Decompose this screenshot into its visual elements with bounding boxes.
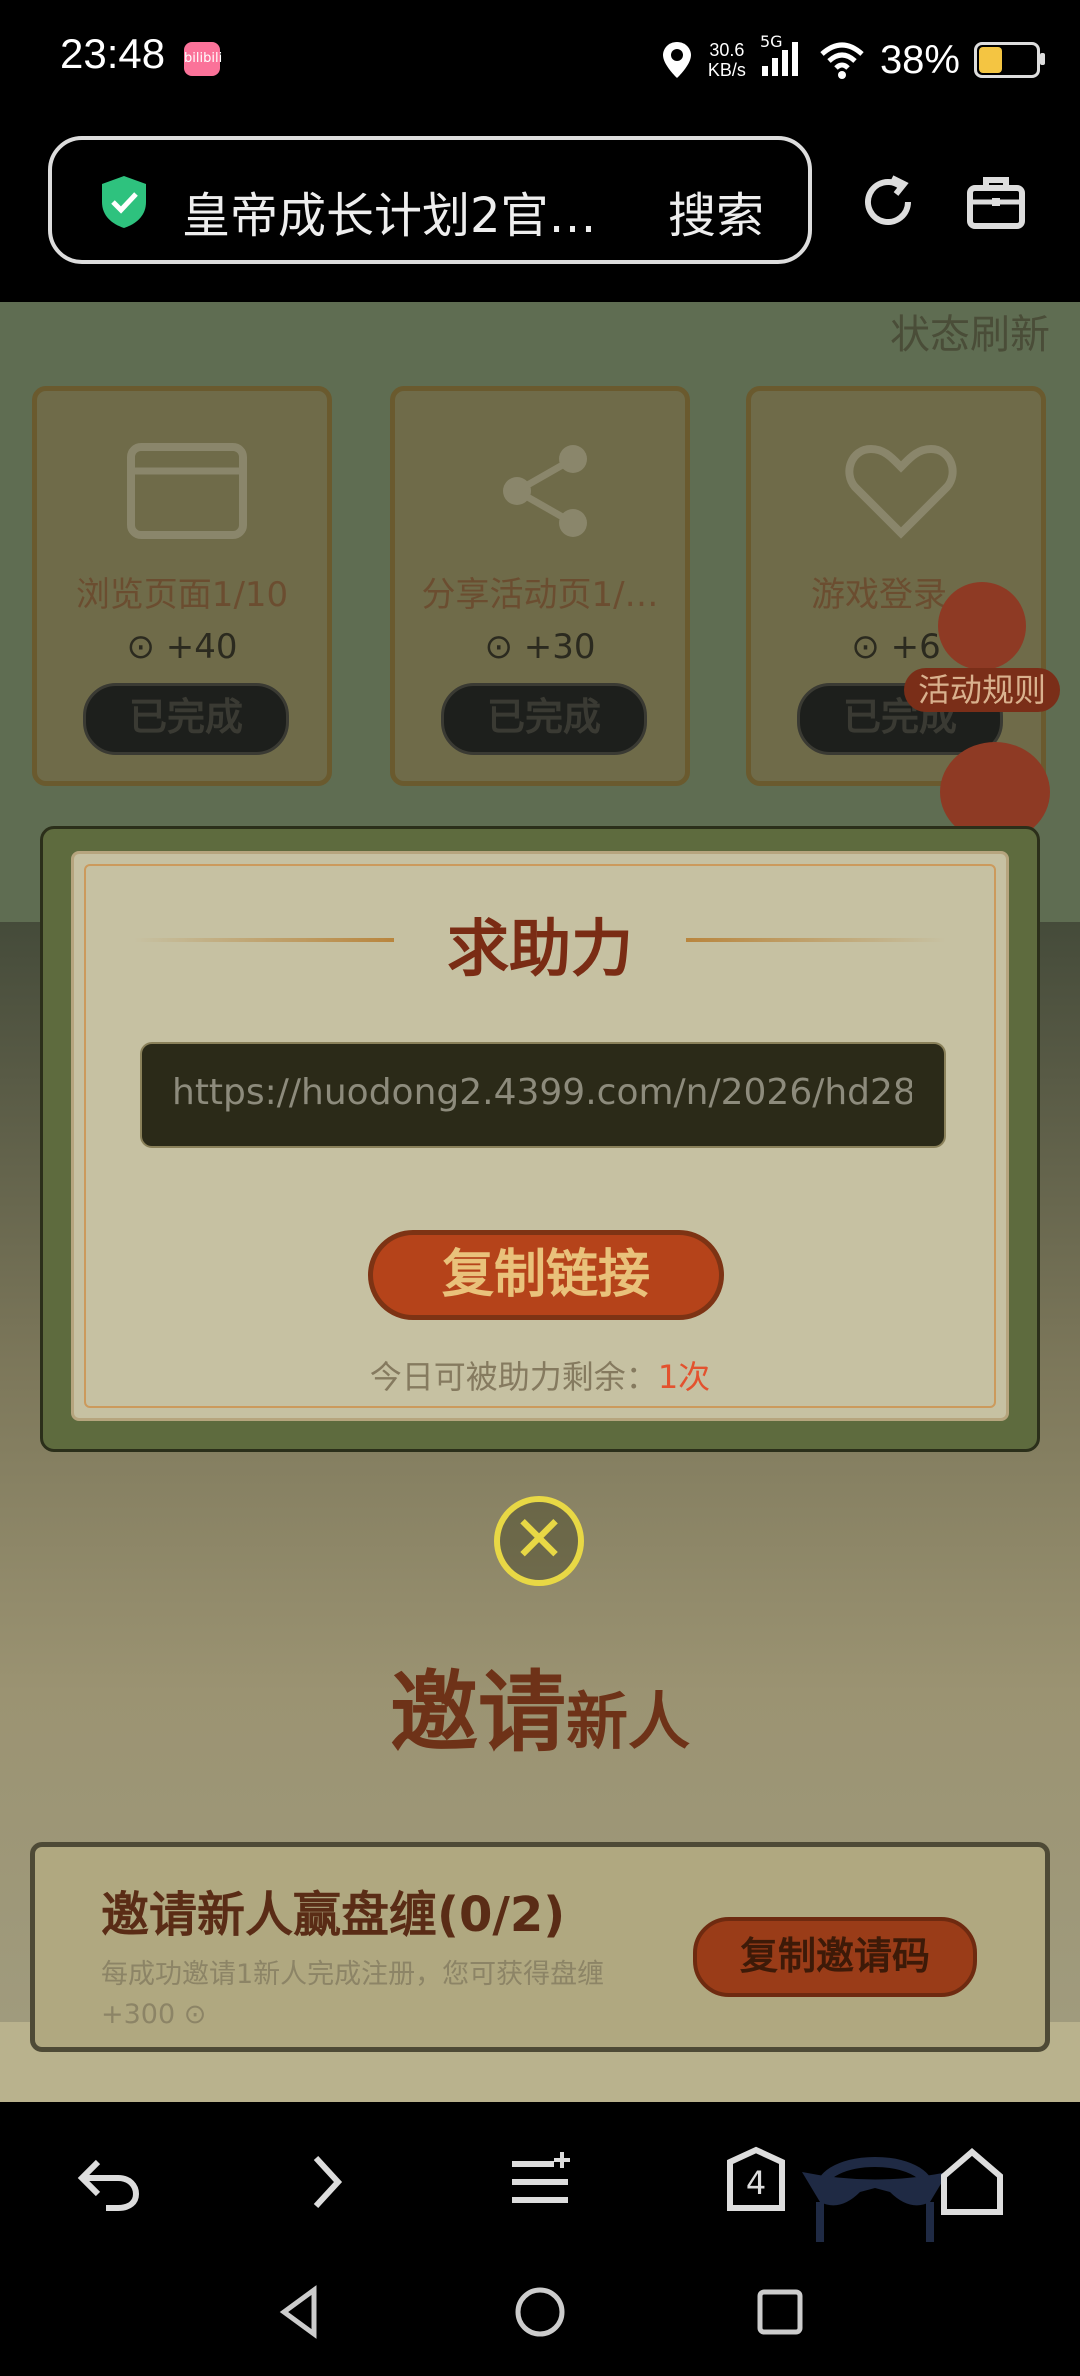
invite-desc-text: 每成功邀请1新人完成注册，您可获得盘缠 bbox=[101, 1959, 605, 1990]
close-modal-button[interactable]: ✕ bbox=[494, 1496, 584, 1586]
copy-invite-code-button[interactable]: 复制邀请码 bbox=[693, 1917, 977, 1997]
tab-count: 4 bbox=[745, 2164, 767, 2202]
home-icon[interactable] bbox=[932, 2142, 1012, 2222]
task-reward-value: +40 bbox=[165, 627, 238, 667]
handshake-heart-icon bbox=[845, 444, 957, 539]
task-card: 浏览页面1/10 ⊙ +40 已完成 bbox=[32, 386, 332, 786]
browser-window-icon bbox=[127, 443, 247, 539]
system-back-icon[interactable] bbox=[270, 2282, 330, 2342]
task-done-button[interactable]: 已完成 bbox=[83, 683, 289, 755]
browser-toolbar: 皇帝成长计划2官… 搜索 bbox=[0, 120, 1080, 302]
battery-percent: 38% bbox=[879, 37, 960, 82]
modal-title: 求助力 bbox=[446, 912, 633, 985]
rules-float-button[interactable]: 活动规则 bbox=[904, 582, 1060, 712]
address-bar[interactable]: 皇帝成长计划2官… 搜索 bbox=[48, 136, 812, 264]
remaining-value: 1次 bbox=[657, 1358, 711, 1396]
battery-icon bbox=[974, 42, 1045, 78]
rules-label: 活动规则 bbox=[904, 668, 1060, 712]
status-time: 23:48 bbox=[60, 30, 166, 77]
net-speed-unit: KB/s bbox=[707, 60, 746, 80]
document-icon bbox=[938, 582, 1026, 670]
back-icon[interactable] bbox=[70, 2142, 150, 2222]
invite-panel-title: 邀请新人赢盘缠(0/2) bbox=[101, 1887, 566, 1943]
menu-icon[interactable] bbox=[500, 2142, 580, 2222]
refresh-status-link[interactable]: 状态刷新 bbox=[890, 302, 1050, 360]
refresh-icon[interactable] bbox=[856, 170, 920, 234]
help-modal: 求助力 https://huodong2.4399.com/n/2026/hd2… bbox=[40, 826, 1040, 1452]
mask-avatar-icon[interactable] bbox=[800, 2132, 950, 2242]
status-bar: 23:48 bilibili 30.6 KB/s 5G 38% bbox=[0, 0, 1080, 120]
location-icon bbox=[662, 42, 691, 78]
share-icon bbox=[503, 445, 587, 537]
status-right: 30.6 KB/s 5G 38% bbox=[660, 30, 1045, 90]
share-link-text: https://huodong2.4399.com/n/2026/hd28z… bbox=[172, 1072, 912, 1113]
network-type: 5G bbox=[759, 32, 783, 51]
modal-paper: 求助力 https://huodong2.4399.com/n/2026/hd2… bbox=[71, 851, 1009, 1421]
wifi-icon bbox=[820, 42, 864, 79]
search-button[interactable]: 搜索 bbox=[668, 176, 764, 246]
url-text[interactable]: 皇帝成长计划2官… bbox=[182, 176, 622, 246]
browser-bottom-nav: 4 bbox=[0, 2102, 1080, 2376]
task-name: 浏览页面1/10 bbox=[75, 575, 289, 615]
invite-panel-desc: 每成功邀请1新人完成注册，您可获得盘缠 +300 ⊙ bbox=[101, 1959, 605, 2030]
remaining-label: 今日可被助力剩余： bbox=[369, 1358, 658, 1396]
toolbox-icon[interactable] bbox=[964, 170, 1028, 234]
task-reward: ⊙ +30 bbox=[484, 627, 596, 667]
copy-link-button[interactable]: 复制链接 bbox=[368, 1230, 724, 1320]
system-home-icon[interactable] bbox=[510, 2282, 570, 2342]
forward-icon[interactable] bbox=[286, 2142, 366, 2222]
share-link-field[interactable]: https://huodong2.4399.com/n/2026/hd28z… bbox=[140, 1042, 946, 1148]
invite-heading-small: 新人 bbox=[566, 1685, 691, 1758]
invite-panel: 邀请新人赢盘缠(0/2) 每成功邀请1新人完成注册，您可获得盘缠 +300 ⊙ … bbox=[30, 1842, 1050, 2052]
invite-heading: 邀请新人 bbox=[0, 1642, 1080, 1769]
tabs-button[interactable]: 4 bbox=[716, 2142, 796, 2222]
shield-icon bbox=[102, 176, 146, 228]
task-done-button[interactable]: 已完成 bbox=[441, 683, 647, 755]
task-reward-value: +30 bbox=[523, 627, 596, 667]
system-recents-icon[interactable] bbox=[750, 2282, 810, 2342]
invite-reward: +300 bbox=[101, 1999, 176, 2030]
signal-group: 5G bbox=[760, 32, 804, 82]
net-speed: 30.6 KB/s bbox=[708, 40, 746, 80]
bilibili-icon: bilibili bbox=[184, 42, 222, 76]
task-reward: ⊙ +40 bbox=[126, 627, 238, 667]
invite-heading-big: 邀请 bbox=[389, 1660, 566, 1764]
task-card: 分享活动页1/… ⊙ +30 已完成 bbox=[390, 386, 690, 786]
remaining-help-count: 今日可被助力剩余：1次 bbox=[74, 1352, 1006, 1398]
net-speed-value: 30.6 bbox=[709, 40, 745, 60]
task-name: 分享活动页1/… bbox=[421, 575, 659, 615]
